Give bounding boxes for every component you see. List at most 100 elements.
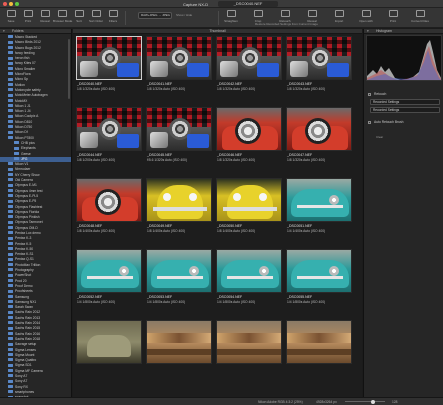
folder-icon: [8, 379, 13, 383]
thumbnail-image[interactable]: [146, 36, 212, 80]
folder-label: Pentax K-5: [15, 241, 32, 246]
auto-retouch-checkbox[interactable]: [368, 120, 371, 124]
sort-tool[interactable]: Sort: [70, 10, 88, 26]
thumbnail-image[interactable]: [286, 320, 352, 364]
close-window-button[interactable]: [3, 2, 7, 6]
thumbnail-cell[interactable]: _DSC0044.NEF 1/8 1/200s Auto (ISO 400): [76, 107, 142, 172]
import-tool[interactable]: Import: [330, 10, 348, 26]
convert-files-tool[interactable]: Convert Files: [411, 10, 429, 26]
raw-jpeg-select[interactable]: RAW+JPEG → JPEG: [138, 12, 172, 19]
thumbnail-cell[interactable]: _DSC0052.NEF 1/4 1/800s Auto (ISO 400): [76, 249, 142, 314]
folder-icon: [8, 120, 13, 124]
clear-button[interactable]: Clear: [376, 135, 383, 139]
folder-label: Sachs Rain 2015: [15, 326, 41, 331]
thumbnail-image[interactable]: [146, 178, 212, 222]
thumbnail-cell[interactable]: _DSC0053.NEF 1/4 1/800s Auto (ISO 400): [146, 249, 212, 314]
thumbnail-cell[interactable]: [76, 320, 142, 385]
folder-icon: [8, 61, 13, 65]
thumbnail-image[interactable]: [216, 36, 282, 80]
thumbnail-cell[interactable]: [286, 320, 352, 385]
folder-label: Old Camera: [15, 178, 33, 183]
thumbnail-image[interactable]: [216, 178, 282, 222]
thumbnail-image[interactable]: [76, 249, 142, 293]
thumbnail-cell[interactable]: [146, 320, 212, 385]
folder-icon: [14, 146, 19, 150]
folder-label: Olympus E-PL5: [15, 193, 39, 198]
thumbnail-cell[interactable]: _DSC0050.NEF 1/8 1/400s Auto (ISO 400): [216, 178, 282, 243]
thumbnail-image[interactable]: [286, 178, 352, 222]
auto-retouch-section[interactable]: Auto Retouch Brush: [366, 119, 442, 125]
thumbnail-image[interactable]: [76, 107, 142, 151]
folder-icon: [8, 188, 13, 192]
thumbnail-title: Thumbnail: [209, 29, 226, 33]
thumbnail-image[interactable]: [216, 249, 282, 293]
thumbnail-metadata: 1/4 1/800s Auto (ISO 400): [147, 300, 186, 304]
file-title: _DSC0040.NEF: [218, 1, 278, 7]
open-with-tool[interactable]: Open with: [357, 10, 375, 26]
folder-label: PowerShot: [15, 273, 32, 278]
thumbnail-cell[interactable]: _DSC0043.NEF 1/8 1/320s Auto (ISO 400): [286, 36, 352, 101]
minimize-window-button[interactable]: [9, 2, 13, 6]
thumbnail-image[interactable]: [146, 107, 212, 151]
browser-mode-tool[interactable]: Browser Mode: [53, 10, 72, 26]
browser-mode-icon: [57, 10, 67, 17]
thumbnail-image[interactable]: [216, 320, 282, 364]
thumbnail-cell[interactable]: [216, 320, 282, 385]
folder-label: Macro Stacked: [15, 35, 37, 39]
auto-retouch-label: Auto Retouch Brush: [374, 120, 404, 124]
retouch-checkbox[interactable]: [368, 92, 371, 96]
thumbnail-cell[interactable]: _DSC0048.NEF 1/8 1/400s Auto (ISO 400): [76, 178, 142, 243]
folder-icon: [8, 173, 13, 177]
thumbnail-image[interactable]: [146, 320, 212, 364]
folder-icon: [8, 347, 13, 351]
thumbnail-cell[interactable]: _DSC0054.NEF 1/4 1/800s Auto (ISO 400): [216, 249, 282, 314]
thumbnail-size-slider[interactable]: [345, 399, 385, 404]
thumbnail-cell[interactable]: _DSC0047.NEF 1/8 1/320s Auto (ISO 400): [286, 107, 352, 172]
thumbnail-metadata: 1/8 1/320s Auto (ISO 400): [287, 87, 326, 91]
filters-tool[interactable]: Filters: [104, 10, 122, 26]
thumbnail-cell[interactable]: _DSC0041.NEF 1/8 1/320s Auto (ISO 400): [146, 36, 212, 101]
status-bar: Nikon Adobe RGB 4:3:2 (25%) 4928x3264 px…: [0, 397, 443, 405]
folder-icon: [8, 326, 13, 330]
folders-scrollbar[interactable]: [68, 39, 70, 99]
thumbnail-cell[interactable]: _DSC0051.NEF 1/4 1/400s Auto (ISO 400): [286, 178, 352, 243]
thumbnail-cell[interactable]: _DSC0055.NEF 1/4 1/800s Auto (ISO 400): [286, 249, 352, 314]
thumbnail-cell[interactable]: _DSC0045.NEF f/5.6 1/320s Auto (ISO 400): [146, 107, 212, 172]
thumbnail-image[interactable]: [76, 320, 142, 364]
folder-icon: [8, 321, 13, 325]
retouch-section[interactable]: Retouch: [366, 91, 442, 97]
thumbnail-image[interactable]: [76, 36, 142, 80]
thumbnail-image[interactable]: [216, 107, 282, 151]
thumbnail-image[interactable]: [286, 249, 352, 293]
slider-knob[interactable]: [371, 399, 375, 404]
thumbnail-cell[interactable]: _DSC0049.NEF 1/8 1/400s Auto (ISO 400): [146, 178, 212, 243]
reveal-tool[interactable]: Reveal: [36, 10, 54, 26]
sort-order-tool[interactable]: Sort Order: [87, 10, 105, 26]
thumbnail-metadata: 1/8 1/320s Auto (ISO 400): [217, 87, 256, 91]
thumbnail-image[interactable]: [286, 107, 352, 151]
save-icon: [6, 10, 16, 17]
recorded-settings-select-2[interactable]: Recorded Settings: [370, 107, 440, 113]
maximize-window-button[interactable]: [15, 2, 19, 6]
thumbnail-cell[interactable]: _DSC0046.NEF 1/8 1/320s Auto (ISO 400): [216, 107, 282, 172]
folder-icon: [8, 284, 13, 288]
recorded-settings-select-1[interactable]: Recorded Settings: [370, 99, 440, 105]
folder-label: Olympus Pinkish: [15, 215, 40, 220]
print-tool-2[interactable]: Print: [384, 10, 402, 26]
folders-panel-header[interactable]: ▾ Folders: [0, 29, 71, 34]
filters-icon: [108, 10, 118, 17]
histogram-header[interactable]: ▾ Histogram: [364, 29, 443, 34]
thumbnail-image[interactable]: [146, 249, 212, 293]
folder-icon: [8, 88, 13, 92]
folder-icon: [8, 358, 13, 362]
convert-files-tool-label: Convert Files: [411, 19, 429, 23]
folder-label: Pentax K-3: [15, 236, 32, 241]
thumbnail-image[interactable]: [76, 178, 142, 222]
reveal-tool-label: Reveal: [40, 19, 50, 23]
save-tool[interactable]: Save: [2, 10, 20, 26]
thumbnail-cell[interactable]: _DSC0042.NEF 1/8 1/320s Auto (ISO 400): [216, 36, 282, 101]
thumbnail-cell[interactable]: _DSC0040.NEF 1/8 1/320s Auto (ISO 400): [76, 36, 142, 101]
straighten-tool[interactable]: Straighten: [222, 10, 240, 26]
print-tool[interactable]: Print: [19, 10, 37, 26]
thumbnail-image[interactable]: [286, 36, 352, 80]
